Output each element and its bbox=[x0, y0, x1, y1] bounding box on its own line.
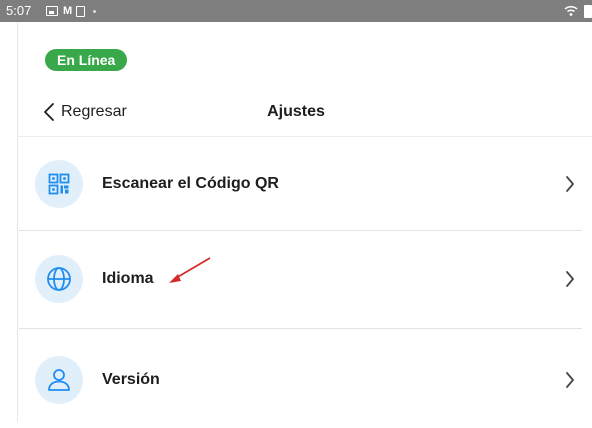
menu-item-label: Idioma bbox=[102, 270, 154, 287]
qr-code-icon bbox=[35, 160, 83, 208]
chevron-right-icon bbox=[566, 372, 574, 388]
divider bbox=[19, 328, 582, 329]
chevron-right-icon bbox=[566, 271, 574, 287]
menu-item-label: Escanear el Código QR bbox=[102, 175, 279, 192]
status-bar: 5:07 M bbox=[0, 0, 592, 22]
globe-icon bbox=[35, 255, 83, 303]
dot-icon bbox=[93, 9, 97, 13]
menu-item-label: Versión bbox=[102, 371, 160, 388]
menu-item-language[interactable]: Idioma bbox=[17, 231, 592, 327]
menu-item-version[interactable]: Versión bbox=[17, 332, 592, 428]
status-time: 5:07 bbox=[6, 3, 32, 18]
online-status-badge: En Línea bbox=[45, 49, 128, 71]
chevron-right-icon bbox=[566, 176, 574, 192]
page-title: Ajustes bbox=[267, 103, 325, 120]
notification-m-icon: M bbox=[63, 5, 72, 17]
status-icons-left: M bbox=[46, 5, 97, 17]
status-icons-right bbox=[564, 4, 592, 18]
image-icon bbox=[46, 6, 58, 16]
wifi-icon bbox=[564, 5, 578, 16]
nav-bar: Regresar Ajustes bbox=[0, 96, 592, 128]
menu-item-scan-qr[interactable]: Escanear el Código QR bbox=[17, 136, 592, 232]
screenshot-icon bbox=[76, 5, 86, 17]
battery-icon bbox=[584, 4, 592, 18]
user-icon bbox=[35, 356, 83, 404]
